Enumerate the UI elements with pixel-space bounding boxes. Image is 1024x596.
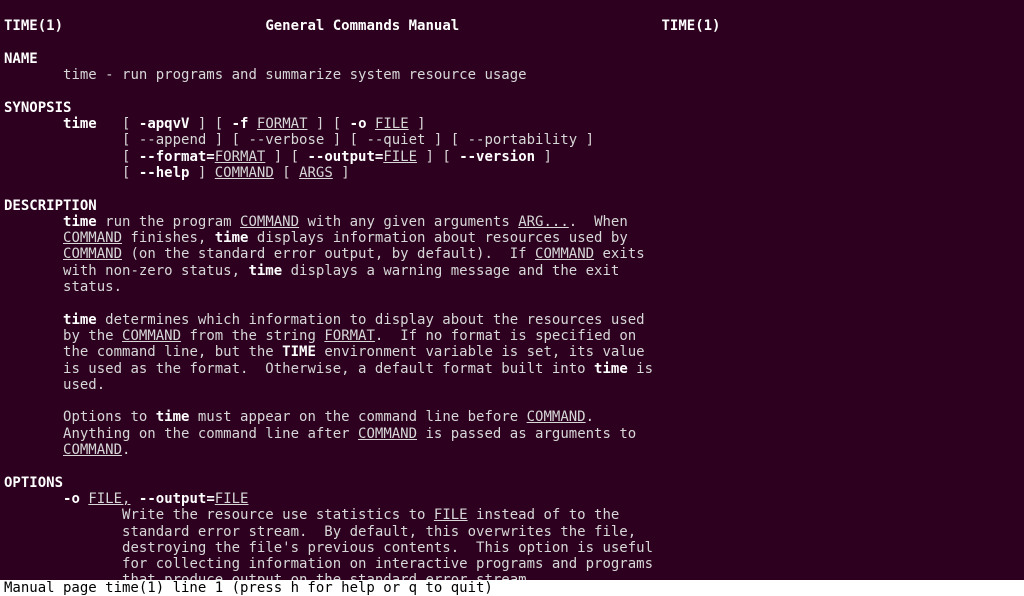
desc-s1: run the program <box>97 214 240 230</box>
syn-out-flag: --output= <box>307 149 383 165</box>
header-left: TIME(1) <box>4 18 63 34</box>
desc2-s8: is <box>628 361 653 377</box>
syn-l3-a: [ <box>122 149 139 165</box>
desc3-s2: must appear on the command line before <box>189 409 526 425</box>
desc3-s6: . <box>122 442 130 458</box>
syn-l1-e <box>367 116 375 132</box>
desc2-time: time <box>63 312 97 328</box>
desc3-s4: Anything on the command line after <box>63 426 358 442</box>
desc3-cmd-2: COMMAND <box>358 426 417 442</box>
desc-cmd-1: COMMAND <box>240 214 299 230</box>
syn-l1-d: ] [ <box>308 116 350 132</box>
section-synopsis: SYNOPSIS <box>4 100 71 116</box>
opt-file-1: FILE, <box>88 491 130 507</box>
opt-sp2 <box>130 491 138 507</box>
desc-cmd-2: COMMAND <box>63 230 122 246</box>
desc2-cmd: COMMAND <box>122 328 181 344</box>
header-right: TIME(1) <box>661 18 720 34</box>
syn-l3-b: ] [ <box>265 149 307 165</box>
syn-l3-d: ] <box>535 149 552 165</box>
syn-file: FILE <box>375 116 409 132</box>
section-description: DESCRIPTION <box>4 198 97 214</box>
desc-s2: with any given arguments <box>299 214 518 230</box>
desc-time-2: time <box>215 230 249 246</box>
syn-format: FORMAT <box>257 116 308 132</box>
opt-d1b: instead of to the <box>468 507 620 523</box>
opt-d3: destroying the file's previous contents.… <box>122 540 653 556</box>
desc-s10: status. <box>63 279 122 295</box>
syn-l1-c <box>248 116 256 132</box>
desc-s3: . When <box>569 214 628 230</box>
syn-flags: -apqvV <box>139 116 190 132</box>
syn-l4-b: ] <box>189 165 214 181</box>
desc2-s9: used. <box>63 377 105 393</box>
syn-out-arg: FILE <box>383 149 417 165</box>
opt-output-flag: --output= <box>139 491 215 507</box>
desc2-s1: determines which information to display … <box>97 312 645 328</box>
opt-d2: standard error stream. By default, this … <box>122 524 636 540</box>
status-bar: Manual page time(1) line 1 (press h for … <box>0 580 1024 596</box>
opt-file-2: FILE <box>215 491 249 507</box>
syn-l4-c: [ <box>274 165 299 181</box>
synopsis-cmd: time <box>63 116 97 132</box>
desc2-s2: by the <box>63 328 122 344</box>
syn-l1-a: [ <box>97 116 139 132</box>
desc-s6: (on the standard error output, by defaul… <box>122 246 535 262</box>
desc3-s3: . <box>586 409 594 425</box>
desc-s4: finishes, <box>122 230 215 246</box>
desc3-time: time <box>156 409 190 425</box>
syn-o: -o <box>350 116 367 132</box>
desc2-s6: environment variable is set, its value <box>316 344 645 360</box>
desc-time-3: time <box>248 263 282 279</box>
syn-l4-d: ] <box>333 165 350 181</box>
syn-l4-a: [ <box>122 165 139 181</box>
opt-d4: for collecting information on interactiv… <box>122 556 653 572</box>
desc3-cmd-1: COMMAND <box>527 409 586 425</box>
section-options: OPTIONS <box>4 475 63 491</box>
syn-command: COMMAND <box>215 165 274 181</box>
desc2-s5: the command line, but the <box>63 344 282 360</box>
syn-l3-c: ] [ <box>417 149 459 165</box>
desc-time-1: time <box>63 214 97 230</box>
syn-l2: [ --append ] [ --verbose ] [ --quiet ] [… <box>122 132 594 148</box>
desc2-s7: is used as the format. Otherwise, a defa… <box>63 361 594 377</box>
syn-fmt-arg: FORMAT <box>215 149 266 165</box>
syn-help: --help <box>139 165 190 181</box>
syn-l1-b: ] [ <box>189 116 231 132</box>
opt-d1: Write the resource use statistics to <box>122 507 434 523</box>
desc-s9: displays a warning message and the exit <box>282 263 619 279</box>
desc2-s4: . If no format is specified on <box>375 328 636 344</box>
syn-version: --version <box>459 149 535 165</box>
desc-cmd-3: COMMAND <box>63 246 122 262</box>
section-name: NAME <box>4 51 38 67</box>
syn-args: ARGS <box>299 165 333 181</box>
desc2-s3: from the string <box>181 328 324 344</box>
desc2-format: FORMAT <box>324 328 375 344</box>
syn-f: -f <box>232 116 249 132</box>
opt-file-u: FILE <box>434 507 468 523</box>
opt-o-flag: -o <box>63 491 80 507</box>
desc3-s1: Options to <box>63 409 156 425</box>
desc3-s5: is passed as arguments to <box>417 426 636 442</box>
desc-s7: exits <box>594 246 645 262</box>
desc2-time-2: time <box>594 361 628 377</box>
desc2-time-env: TIME <box>282 344 316 360</box>
desc-s8: with non-zero status, <box>63 263 248 279</box>
syn-fmt-flag: --format= <box>139 149 215 165</box>
desc3-cmd-3: COMMAND <box>63 442 122 458</box>
desc-cmd-4: COMMAND <box>535 246 594 262</box>
name-line: time - run programs and summarize system… <box>63 67 527 83</box>
header-center: General Commands Manual <box>265 18 459 34</box>
desc-arg: ARG... <box>518 214 569 230</box>
syn-l1-g: ] <box>409 116 426 132</box>
desc-s5: displays information about resources use… <box>248 230 627 246</box>
man-page-screen[interactable]: TIME(1) General Commands Manual TIME(1) … <box>0 0 1024 589</box>
